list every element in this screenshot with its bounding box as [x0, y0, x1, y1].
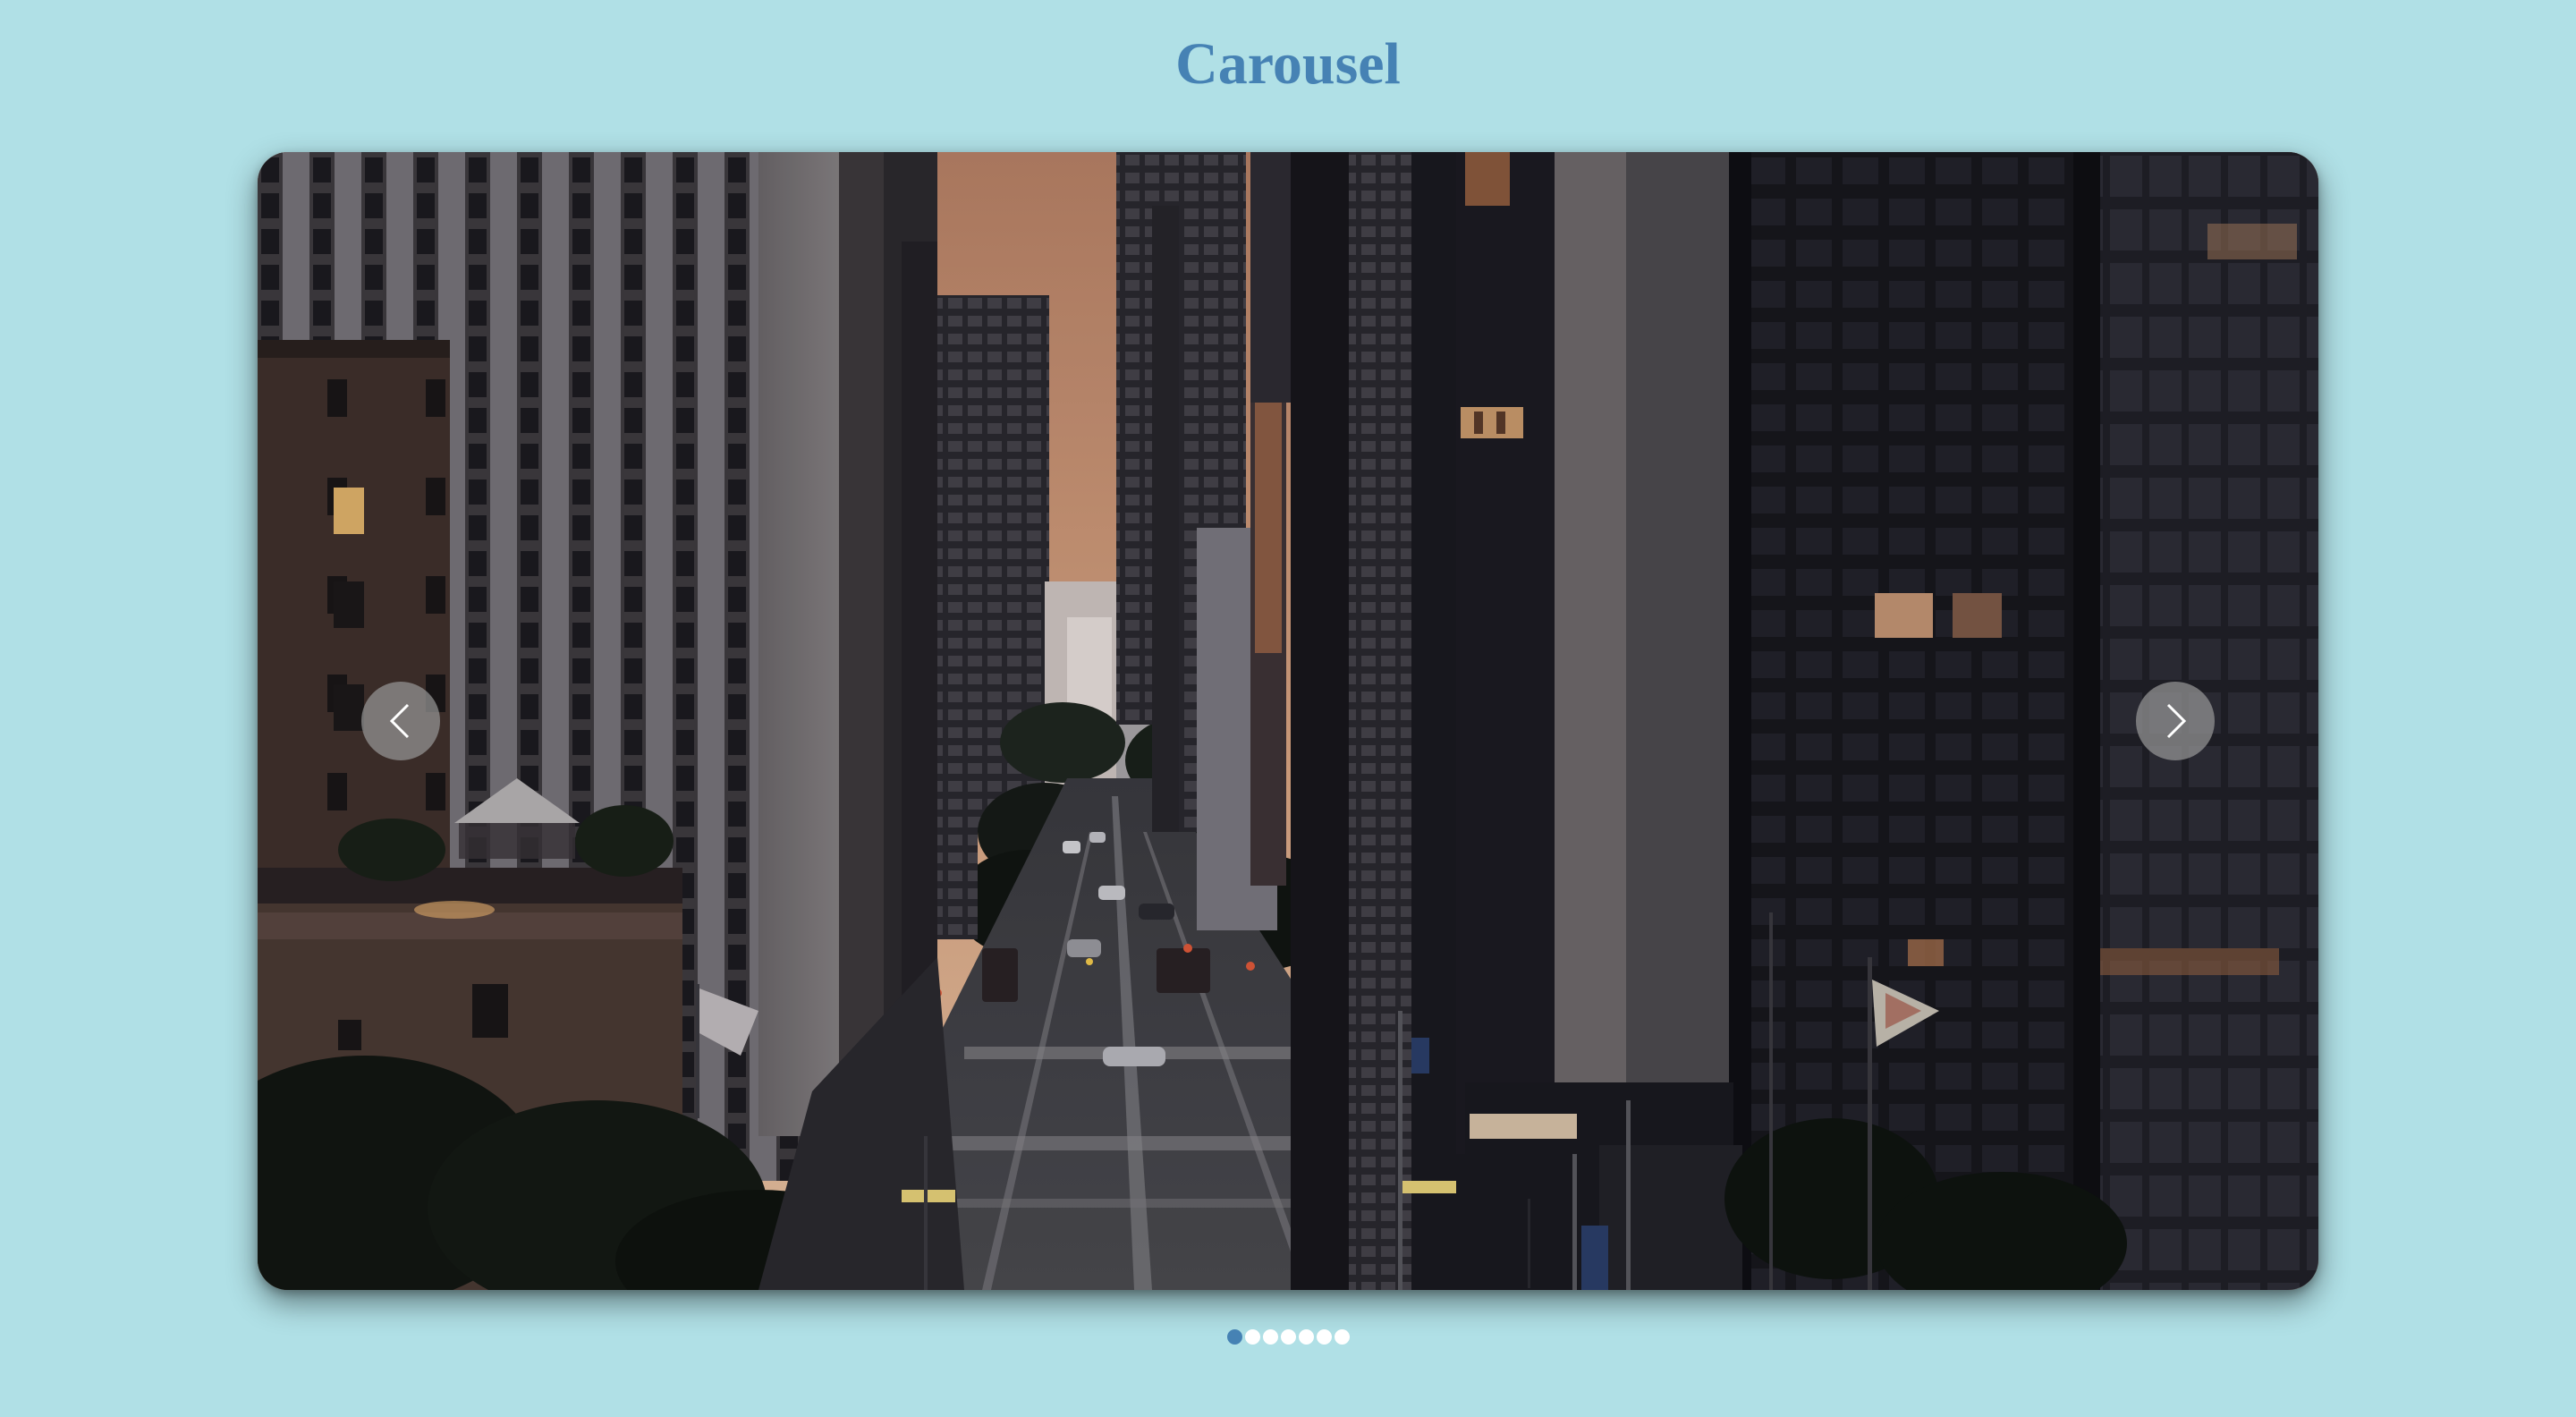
slide-dot-1[interactable] [1226, 1329, 1242, 1345]
chevron-left-icon [389, 703, 410, 739]
slide-dot-5[interactable] [1298, 1329, 1314, 1345]
chevron-right-icon [2166, 703, 2187, 739]
previous-slide-button[interactable] [361, 682, 440, 760]
carousel-slide-image [258, 152, 2318, 1290]
slide-dot-3[interactable] [1262, 1329, 1278, 1345]
next-slide-button[interactable] [2136, 682, 2215, 760]
slide-dot-4[interactable] [1280, 1329, 1296, 1345]
slide-indicator-dots [0, 1329, 2576, 1345]
slide-dot-2[interactable] [1244, 1329, 1260, 1345]
carousel [258, 152, 2318, 1290]
slide-dot-7[interactable] [1334, 1329, 1350, 1345]
page-title: Carousel [1175, 31, 1401, 97]
slide-dot-6[interactable] [1316, 1329, 1332, 1345]
